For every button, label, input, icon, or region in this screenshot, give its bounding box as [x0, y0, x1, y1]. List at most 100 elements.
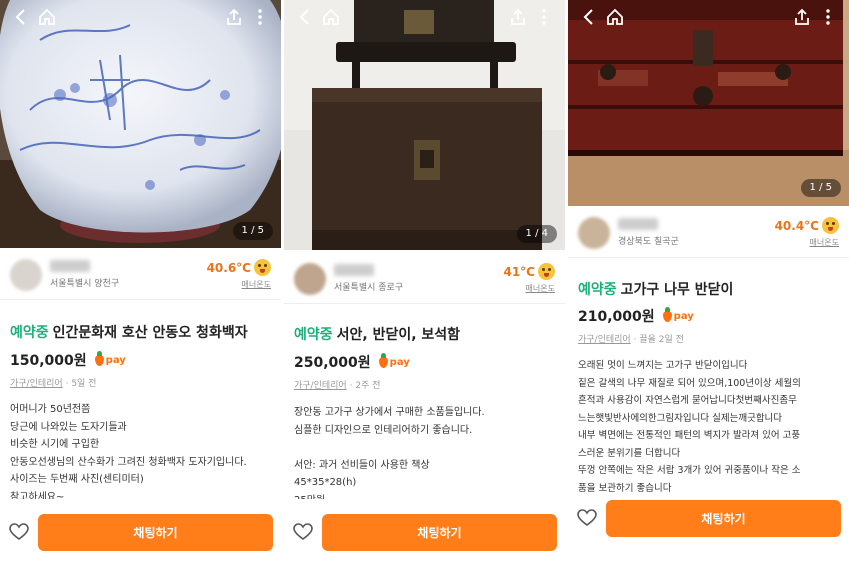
price: 250,000원 — [294, 355, 371, 371]
listing-meta: 가구/인테리어 · 2주 전 — [294, 381, 381, 391]
category-link[interactable]: 가구/인테리어 — [578, 335, 631, 345]
chat-button[interactable]: 채팅하기 — [322, 513, 557, 551]
listing-meta: 가구/인테리어 · 끌올 2일 전 — [578, 335, 684, 345]
posted-time: 5일 전 — [71, 379, 97, 389]
home-icon[interactable] — [602, 4, 628, 30]
listing-screen-1: 1 / 5 서울특별시 양천구 40.6°C 매너온도 예약중 인간문화재 호산 … — [0, 0, 281, 565]
description-line: 당근에 나와있는 도자기들과 — [10, 421, 127, 433]
status-badge: 예약중 — [10, 325, 49, 341]
description-line: 오래된 멋이 느껴지는 고가구 반닫이입니다 — [578, 360, 748, 371]
price: 210,000원 — [578, 309, 655, 325]
title-text: 인간문화재 호산 안동오 청화백자 — [52, 325, 248, 341]
manner-temperature: 40.4°C 매너온도 — [775, 217, 839, 248]
category-link[interactable]: 가구/인테리어 — [294, 381, 347, 391]
price-row: 250,000원 pay — [294, 352, 410, 372]
description-line: 내부 벽면에는 전통적인 패턴의 벽지가 발라져 있어 고풍 — [578, 430, 801, 441]
price: 150,000원 — [10, 353, 87, 369]
status-badge: 예약중 — [578, 282, 617, 298]
seller-profile[interactable]: 서울특별시 양천구 40.6°C 매너온도 — [0, 250, 281, 300]
temperature-value: 41°C — [503, 264, 535, 279]
listing-title: 예약중 인간문화재 호산 안동오 청화백자 — [10, 322, 248, 342]
smile-emoji-icon — [254, 259, 271, 276]
posted-time: 2주 전 — [355, 381, 381, 391]
seller-nickname — [618, 218, 658, 230]
avatar[interactable] — [294, 262, 326, 295]
description-line: 스러운 분위기를 더합니다 — [578, 447, 681, 459]
listing-screen-3: 1 / 5 경상북도 칠곡군 40.4°C 매너온도 예약중 고가구 나무 반닫이… — [568, 0, 849, 565]
description-line: 짙은 갈색의 나무 재질로 되어 있으며,100년이상 세월의 — [578, 377, 801, 389]
more-icon[interactable] — [815, 4, 841, 30]
title-text: 서안, 반닫이, 보석함 — [336, 327, 461, 343]
smile-emoji-icon — [538, 263, 555, 280]
avatar[interactable] — [578, 216, 610, 249]
manner-label[interactable]: 매너온도 — [775, 237, 839, 248]
seller-nickname — [334, 264, 374, 276]
listing-title: 예약중 서안, 반닫이, 보석함 — [294, 324, 460, 344]
manner-temperature: 40.6°C 매너온도 — [207, 259, 271, 290]
manner-label[interactable]: 매너온도 — [207, 279, 271, 290]
back-icon[interactable] — [8, 4, 34, 30]
seller-profile[interactable]: 경상북도 칠곡군 40.4°C 매너온도 — [568, 208, 849, 258]
chat-button[interactable]: 채팅하기 — [38, 513, 273, 551]
status-badge: 예약중 — [294, 327, 333, 343]
share-icon[interactable] — [221, 4, 247, 30]
description-line — [294, 439, 557, 457]
back-icon[interactable] — [292, 4, 318, 30]
posted-time: 끌올 2일 전 — [639, 335, 684, 345]
seller-nickname — [50, 260, 90, 272]
pay-badge: pay — [94, 350, 126, 366]
description-line: 어머니가 50년전쯤 — [10, 404, 91, 415]
description-line: 흔적과 사용감이 자연스럽게 묻어납니다첫번째사진좀무 — [578, 395, 797, 406]
photo-counter: 1 / 5 — [800, 179, 841, 197]
carrot-icon — [378, 352, 388, 368]
share-icon[interactable] — [789, 4, 815, 30]
listing-description: 오래된 멋이 느껴지는 고가구 반닫이입니다 짙은 갈색의 나무 재질로 되어 … — [578, 357, 841, 497]
listing-screen-2: 1 / 4 서울특별시 종로구 41°C 매너온도 예약중 서안, 반닫이, 보석… — [284, 0, 565, 565]
more-icon[interactable] — [247, 4, 273, 30]
pay-badge: pay — [378, 352, 410, 368]
bottom-action-bar: 채팅하기 — [0, 499, 281, 565]
manner-label[interactable]: 매너온도 — [503, 283, 555, 294]
description-line: 사이즈는 두번째 사진(센티미터) — [10, 474, 144, 485]
heart-icon[interactable] — [8, 521, 30, 543]
description-line: 비슷한 시기에 구입한 — [10, 439, 100, 450]
price-row: 150,000원 pay — [10, 350, 126, 370]
chat-button[interactable]: 채팅하기 — [606, 499, 841, 537]
carrot-icon — [94, 350, 104, 366]
more-icon[interactable] — [531, 4, 557, 30]
description-line: 서안: 과거 선비들이 사용한 책상 — [294, 459, 430, 471]
listing-title: 예약중 고가구 나무 반닫이 — [578, 279, 733, 299]
seller-profile[interactable]: 서울특별시 종로구 41°C 매너온도 — [284, 254, 565, 304]
home-icon[interactable] — [34, 4, 60, 30]
home-icon[interactable] — [318, 4, 344, 30]
top-bar — [568, 0, 849, 34]
bottom-action-bar: 채팅하기 — [568, 493, 849, 543]
seller-location: 서울특별시 종로구 — [334, 283, 404, 293]
manner-temperature: 41°C 매너온도 — [503, 263, 555, 294]
pay-badge: pay — [662, 306, 694, 322]
description-line: 45*35*28(h) — [294, 477, 357, 488]
temperature-value: 40.6°C — [206, 260, 251, 275]
description-line: 뚜껑 안쪽에는 작은 서랍 3개가 있어 귀중품이나 작은 소 — [578, 465, 801, 476]
seller-location: 경상북도 칠곡군 — [618, 237, 679, 247]
share-icon[interactable] — [505, 4, 531, 30]
product-photo[interactable] — [284, 0, 565, 250]
heart-icon[interactable] — [292, 521, 314, 543]
back-icon[interactable] — [576, 4, 602, 30]
description-line: 느는햇빛반사에의한그림자입니다 실제는깨긋합니다 — [578, 412, 783, 424]
bottom-action-bar: 채팅하기 — [284, 499, 565, 565]
product-photo[interactable] — [0, 0, 281, 248]
description-line: 장안동 고가구 상가에서 구매한 소품들입니다. — [294, 407, 485, 418]
top-bar — [0, 0, 281, 34]
category-link[interactable]: 가구/인테리어 — [10, 379, 63, 389]
listing-meta: 가구/인테리어 · 5일 전 — [10, 379, 97, 389]
heart-icon[interactable] — [576, 507, 598, 529]
price-row: 210,000원 pay — [578, 306, 694, 326]
carrot-icon — [662, 306, 672, 322]
listing-description: 장안동 고가구 상가에서 구매한 소품들입니다. 심플한 디자인으로 인테리어하… — [294, 404, 557, 509]
avatar[interactable] — [10, 258, 42, 291]
photo-counter: 1 / 4 — [516, 225, 557, 243]
seller-location: 서울특별시 양천구 — [50, 279, 120, 289]
description-line: 안동오선생님의 산수화가 그려진 청화백자 도자기입니다. — [10, 456, 247, 468]
smile-emoji-icon — [822, 217, 839, 234]
